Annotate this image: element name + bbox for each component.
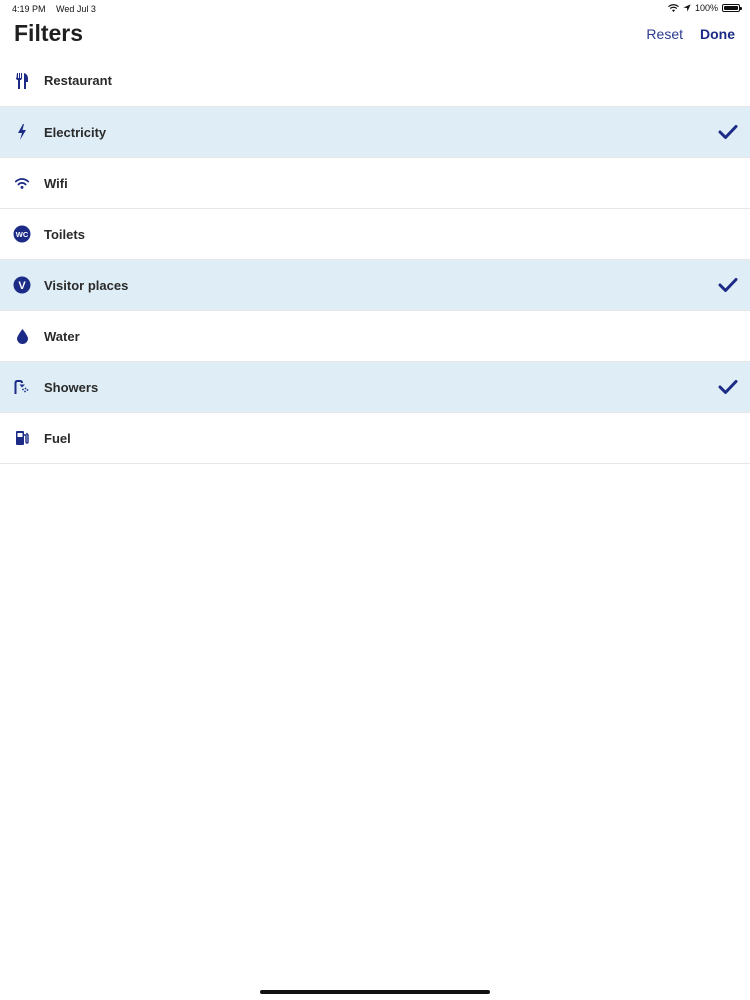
location-arrow-icon <box>683 4 691 12</box>
filter-label: Toilets <box>44 226 85 242</box>
checkmark-icon <box>718 278 738 292</box>
filter-row-toilets[interactable]: WC Toilets <box>0 209 750 260</box>
shower-icon <box>13 378 31 396</box>
reset-button[interactable]: Reset <box>646 26 683 42</box>
filter-row-wifi[interactable]: Wifi <box>0 158 750 209</box>
battery-percent: 100% <box>694 3 718 13</box>
filter-list: Restaurant Electricity Wifi WC Toilets V… <box>0 55 750 464</box>
lightning-icon <box>13 123 31 141</box>
filter-label: Showers <box>44 379 99 395</box>
svg-text:V: V <box>18 280 26 292</box>
filter-row-showers[interactable]: Showers <box>0 362 750 413</box>
status-bar: 4:19 PM Wed Jul 3 100% <box>0 0 750 18</box>
visitor-icon: V <box>13 276 31 294</box>
filter-row-electricity[interactable]: Electricity <box>0 107 750 158</box>
filter-label: Wifi <box>44 175 68 191</box>
filter-row-visitor-places[interactable]: V Visitor places <box>0 260 750 311</box>
header: Filters Reset Done <box>0 18 750 54</box>
wifi-status-icon <box>668 3 679 12</box>
water-drop-icon <box>13 327 31 345</box>
filter-row-fuel[interactable]: Fuel <box>0 413 750 464</box>
status-right: 100% <box>668 3 742 13</box>
filter-label: Electricity <box>44 124 107 140</box>
checkmark-icon <box>718 380 738 394</box>
svg-text:WC: WC <box>16 230 29 239</box>
restaurant-icon <box>13 72 31 90</box>
fuel-pump-icon <box>13 429 31 447</box>
filter-label: Restaurant <box>44 73 112 88</box>
filter-row-water[interactable]: Water <box>0 311 750 362</box>
filter-label: Water <box>44 328 80 344</box>
filter-label: Fuel <box>44 430 71 446</box>
filter-row-restaurant[interactable]: Restaurant <box>0 55 750 107</box>
status-left: 4:19 PM Wed Jul 3 <box>12 4 104 14</box>
status-time: 4:19 PM <box>12 4 46 14</box>
home-indicator[interactable] <box>260 990 490 994</box>
battery-icon <box>722 4 742 12</box>
filter-label: Visitor places <box>44 277 129 293</box>
page-title: Filters <box>14 20 84 46</box>
wc-icon: WC <box>13 225 31 243</box>
wifi-icon <box>13 174 31 192</box>
checkmark-icon <box>718 125 738 139</box>
status-date: Wed Jul 3 <box>56 4 96 14</box>
done-button[interactable]: Done <box>700 26 735 42</box>
